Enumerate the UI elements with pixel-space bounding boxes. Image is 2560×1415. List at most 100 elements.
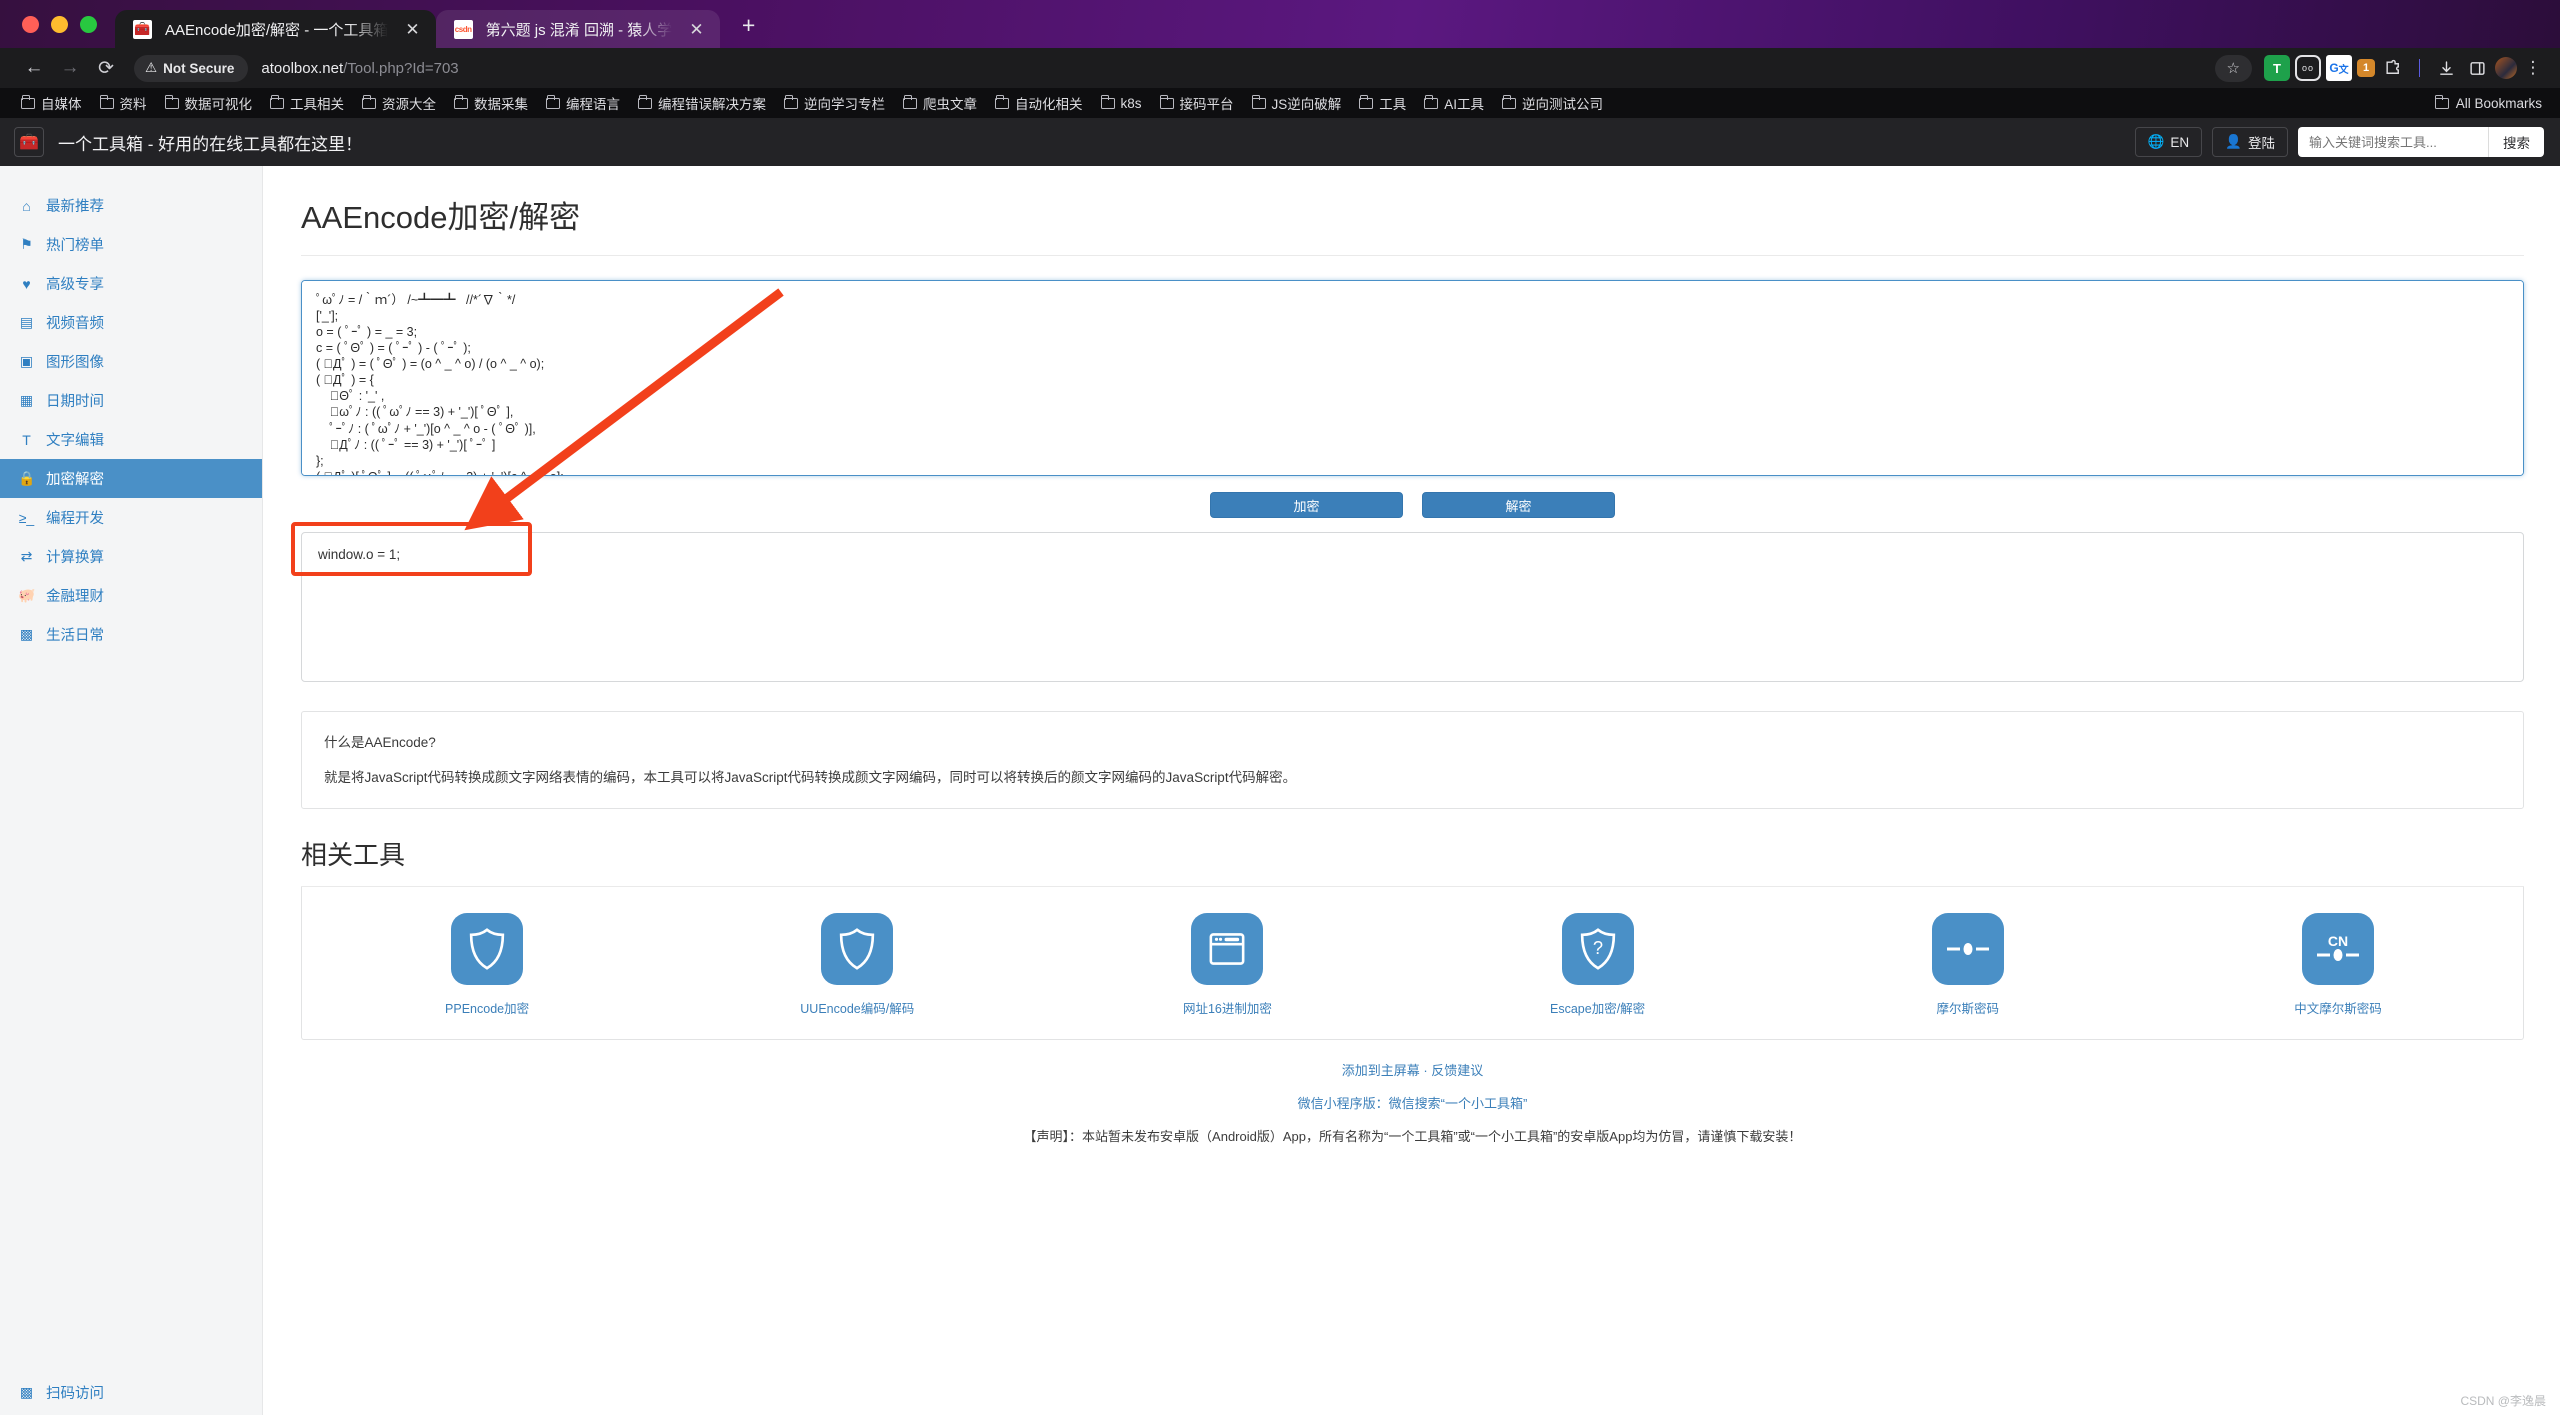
- close-tab-1-icon[interactable]: ✕: [401, 19, 423, 40]
- toolbox-icon: 🧰: [133, 19, 152, 39]
- close-tab-2-icon[interactable]: ✕: [685, 19, 707, 40]
- folder-icon: [99, 94, 114, 109]
- csdn-icon: csdn: [453, 19, 473, 39]
- aaencode-result-textarea[interactable]: [301, 532, 2524, 682]
- address-bar-url: atoolbox.net/Tool.php?Id=703: [261, 60, 458, 77]
- sidebar-item-latest[interactable]: ⌂ 最新推荐: [0, 186, 262, 225]
- watermark: CSDN @李逸晨: [2460, 1394, 2546, 1408]
- browser-tab-1[interactable]: 🧰 AAEncode加密/解密 - 一个工具箱 ✕: [115, 10, 436, 48]
- folder-icon: [270, 94, 284, 109]
- bookmark-item[interactable]: 爬虫文章: [894, 91, 986, 115]
- folder-icon: [903, 94, 917, 109]
- browser-menu-icon[interactable]: ⋮: [2522, 59, 2544, 77]
- sidebar-item-graphics[interactable]: ▣ 图形图像: [0, 342, 262, 381]
- piggybank-icon: 🐖: [18, 587, 36, 603]
- reload-icon[interactable]: ⟳: [88, 54, 124, 82]
- extensions-puzzle-icon[interactable]: [2380, 55, 2406, 81]
- footer-line-1[interactable]: 添加到主屏幕 · 反馈建议: [301, 1060, 2524, 1079]
- close-window-button[interactable]: [22, 16, 39, 33]
- sidebar-item-premium[interactable]: ♥ 高级专享: [0, 264, 262, 303]
- aaencode-input-textarea[interactable]: [301, 280, 2524, 476]
- browser-tab-2[interactable]: csdn 第六题 js 混淆 回溯 - 猿人学 ✕: [435, 10, 720, 48]
- google-translate-icon[interactable]: G文: [2326, 55, 2352, 81]
- bookmark-star-button[interactable]: ☆: [2214, 54, 2252, 82]
- folder-icon: [638, 94, 652, 109]
- related-tool-label: 摩尔斯密码: [1936, 1002, 2000, 1016]
- bookmark-item[interactable]: 工具: [1350, 91, 1415, 115]
- bookmark-item[interactable]: 逆向学习专栏: [775, 91, 894, 115]
- sidebar-item-programming[interactable]: ≥_ 编程开发: [0, 498, 262, 537]
- security-badge-label: Not Secure: [163, 60, 235, 76]
- related-tool-morse[interactable]: 摩尔斯密码: [1783, 913, 2153, 1017]
- minimize-window-button[interactable]: [51, 16, 68, 33]
- related-tool-escape[interactable]: ? Escape加密/解密: [1413, 913, 1783, 1017]
- bookmark-item[interactable]: 数据采集: [445, 91, 537, 115]
- related-tool-url-hex[interactable]: 网址16进制加密: [1042, 913, 1412, 1017]
- address-bar[interactable]: ⚠ Not Secure atoolbox.net/Tool.php?Id=70…: [134, 53, 2215, 83]
- login-button[interactable]: 👤 登陆: [2212, 127, 2288, 157]
- sidebar-item-finance[interactable]: 🐖 金融理财: [0, 576, 262, 615]
- site-body: ⌂ 最新推荐 ⚑ 热门榜单 ♥ 高级专享 ▤ 视频音频 ▣ 图形图像 ▦ 日期时间 T 文字编…: [0, 166, 2560, 1415]
- footer-line-3: 【声明】：本站暂未发布安卓版（Android版）App，所有名称为“一个工具箱”…: [1023, 1129, 1802, 1144]
- download-icon[interactable]: [2433, 55, 2459, 81]
- bookmark-item[interactable]: 编程语言: [537, 91, 629, 115]
- info-box: 什么是AAEncode? 就是将JavaScript代码转换成颜文字网络表情的编…: [301, 711, 2524, 809]
- bookmark-item[interactable]: 自媒体: [12, 91, 91, 115]
- bookmark-item[interactable]: 工具相关: [261, 91, 353, 115]
- search-button[interactable]: 搜索: [2488, 127, 2544, 157]
- bookmark-item[interactable]: 自动化相关: [986, 91, 1092, 115]
- all-bookmarks-button[interactable]: All Bookmarks: [2434, 94, 2548, 111]
- all-bookmarks-label: All Bookmarks: [2455, 95, 2542, 111]
- new-tab-button[interactable]: +: [734, 10, 764, 40]
- bookmark-item[interactable]: 资源大全: [353, 91, 445, 115]
- bookmark-item[interactable]: 编程错误解决方案: [629, 91, 775, 115]
- maximize-window-button[interactable]: [80, 16, 97, 33]
- forward-icon[interactable]: →: [52, 54, 88, 82]
- sidebar-item-life[interactable]: ▩ 生活日常: [0, 615, 262, 654]
- sidebar-item-datetime[interactable]: ▦ 日期时间: [0, 381, 262, 420]
- encrypt-button[interactable]: 加密: [1210, 492, 1403, 518]
- site-search: 搜索: [2298, 127, 2544, 157]
- back-icon[interactable]: ←: [16, 54, 52, 82]
- sidebar-item-hot[interactable]: ⚑ 热门榜单: [0, 225, 262, 264]
- owl-icon[interactable]: oo: [2295, 55, 2321, 81]
- sidebar-item-encryption[interactable]: 🔒 加密解密: [0, 459, 262, 498]
- bookmark-item[interactable]: 接码平台: [1151, 91, 1243, 115]
- bookmark-item[interactable]: 数据可视化: [156, 91, 262, 115]
- language-switch-button[interactable]: 🌐 EN: [2134, 127, 2203, 157]
- toolbar-divider: [2419, 59, 2420, 77]
- bookmark-label: 逆向测试公司: [1522, 97, 1604, 112]
- user-icon: 👤: [2225, 134, 2242, 149]
- folder-icon: [21, 94, 35, 109]
- sidebar-item-text-edit[interactable]: T 文字编辑: [0, 420, 262, 459]
- sidebar-item-label: 生活日常: [46, 628, 104, 644]
- sidebar-item-scan-qr[interactable]: ▩ 扫码访问: [0, 1373, 262, 1412]
- sidebar-item-label: 加密解密: [46, 472, 104, 488]
- bookmark-label: 自媒体: [41, 97, 82, 112]
- bookmark-label: 编程错误解决方案: [658, 97, 766, 112]
- sidebar-bottom: ▩扫码访问 🔗复制链接: [0, 1373, 262, 1415]
- folder-icon: [1502, 94, 1517, 109]
- sidebar-item-calculation[interactable]: ⇄ 计算换算: [0, 537, 262, 576]
- toolbox-logo-icon[interactable]: 🧰: [14, 127, 44, 157]
- bookmark-item[interactable]: AI工具: [1415, 91, 1493, 115]
- shield-question-icon: ?: [1561, 913, 1634, 985]
- related-tool-uuencode[interactable]: UUEncode编码/解码: [672, 913, 1042, 1017]
- security-badge[interactable]: ⚠ Not Secure: [134, 54, 249, 82]
- tampermonkey-icon[interactable]: T: [2264, 55, 2290, 81]
- bookmark-item[interactable]: k8s: [1092, 91, 1151, 115]
- search-input[interactable]: [2298, 127, 2488, 157]
- side-panel-icon[interactable]: [2464, 55, 2490, 81]
- bookmark-item[interactable]: 资料: [91, 91, 156, 115]
- related-tool-morse-cn[interactable]: CN 中文摩尔斯密码: [2153, 913, 2523, 1017]
- bookmark-item[interactable]: 逆向测试公司: [1493, 91, 1612, 115]
- bookmark-label: 数据采集: [474, 97, 528, 112]
- folder-icon: [1359, 94, 1374, 109]
- sidebar-item-video-audio[interactable]: ▤ 视频音频: [0, 303, 262, 342]
- bookmark-item[interactable]: JS逆向破解: [1243, 91, 1351, 115]
- avatar[interactable]: [2495, 57, 2517, 79]
- browser-tab-2-title: 第六题 js 混淆 回溯 - 猿人学: [485, 21, 673, 39]
- decrypt-button[interactable]: 解密: [1422, 492, 1615, 518]
- related-tool-ppencode[interactable]: PPEncode加密: [302, 913, 672, 1017]
- language-label: EN: [2170, 134, 2190, 150]
